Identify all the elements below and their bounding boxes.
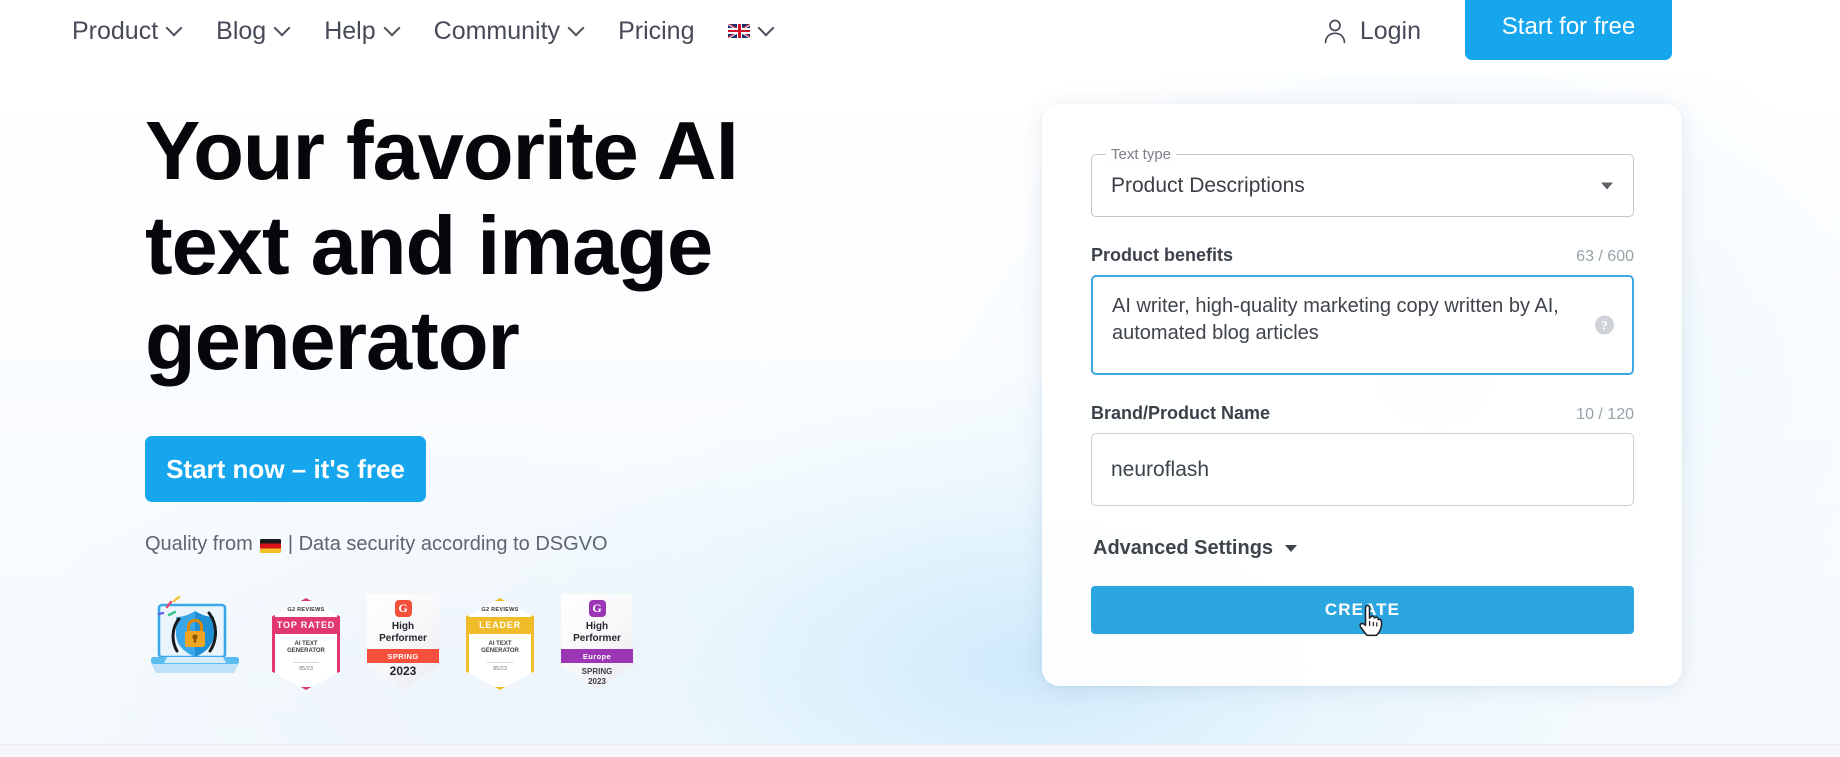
quality-statement: Quality from | Data security according t… [145,533,885,556]
brand-name-input[interactable]: neuroflash [1091,433,1634,506]
badge-title: High Performer [379,621,427,645]
start-for-free-button[interactable]: Start for free [1465,0,1672,60]
chevron-down-icon [569,22,584,37]
award-badges-row: G2 REVIEWS TOP RATED AI TEXT GENERATOR 8… [145,590,885,690]
badge-top-label: G2 REVIEWS [287,607,325,613]
chevron-down-icon [1601,182,1613,189]
uk-flag-icon [728,24,751,38]
security-laptop-badge [145,591,245,690]
g2-leader-badge: G2 REVIEWS LEADER AI TEXT GENERATOR 85/2… [466,598,534,690]
badge-year: 2023 [389,664,417,679]
chevron-down-icon [759,22,774,37]
chevron-down-icon [385,22,400,37]
badge-season-label: SPRING [581,667,613,677]
brand-name-counter: 10 / 120 [1576,406,1634,423]
badge-band-label: SPRING [367,649,439,664]
nav-item-community[interactable]: Community [417,0,601,62]
chevron-down-icon [167,22,182,37]
help-icon[interactable]: ? [1595,315,1614,335]
nav-item-pricing[interactable]: Pricing [601,0,711,62]
product-benefits-input[interactable]: AI writer, high-quality marketing copy w… [1091,275,1634,375]
generator-form: Text type Product Descriptions Product b… [1091,146,1634,634]
chevron-down-icon [275,22,290,37]
badge-band-label: LEADER [466,617,534,634]
badge-title-line-1: High [391,621,415,632]
quality-prefix-label: Quality from [145,533,253,555]
caret-down-icon [1285,545,1298,552]
nav-item-label: Blog [216,16,267,45]
badge-subtitle: AI TEXT GENERATOR [287,641,325,656]
nav-secondary-menu: Login Start for free [1301,0,1840,62]
text-generator-card: Text type Product Descriptions Product b… [1042,104,1682,686]
g2-logo-icon: G [588,600,606,617]
text-type-select[interactable]: Text type Product Descriptions [1091,146,1634,217]
quality-suffix-label: | Data security according to DSGVO [287,533,608,555]
badge-title-line-2: Performer [379,633,427,644]
product-benefits-value: AI writer, high-quality marketing copy w… [1112,295,1559,344]
brand-name-value: neuroflash [1111,457,1210,481]
badge-top-label: G2 REVIEWS [481,607,519,613]
g2-high-performer-spring-2023-badge: G High Performer SPRING 2023 [367,594,439,690]
badge-subtitle-line-2: GENERATOR [481,648,519,655]
nav-item-label: Help [324,16,376,45]
badge-subtitle-line-1: AI TEXT [294,640,318,647]
badge-band-label: TOP RATED [272,617,340,634]
text-type-legend: Text type [1106,146,1177,164]
badge-subtitle-line-2: GENERATOR [287,648,325,655]
g2-high-performer-europe-2023-badge: G High Performer Europe SPRING 2023 [561,594,633,690]
nav-item-label: Pricing [618,16,695,45]
nav-item-blog[interactable]: Blog [199,0,307,62]
advanced-settings-toggle[interactable]: Advanced Settings [1091,533,1299,564]
badge-season: SPRING 2023 [582,667,613,686]
nav-item-help[interactable]: Help [307,0,416,62]
page-title: Your favorite AI text and image generato… [145,103,765,388]
badge-band-label: Europe [561,649,633,664]
advanced-settings-label: Advanced Settings [1093,537,1274,559]
start-now-button[interactable]: Start now – it's free [145,436,426,502]
brand-name-label: Brand/Product Name [1091,403,1271,423]
nav-primary-menu: Product Blog Help Community Pricing [64,0,791,62]
germany-flag-icon [259,538,281,553]
badge-title-line-2: Performer [573,633,621,644]
bottom-strip [0,744,1840,757]
top-navigation-bar: Product Blog Help Community Pricing Logi… [0,0,1840,74]
badge-subtitle: AI TEXT GENERATOR [481,641,519,656]
badge-rating: 85/23 [487,661,513,672]
badge-subtitle-line-1: AI TEXT [488,640,512,647]
badge-year: 2023 [588,676,606,686]
badge-rating: 85/23 [293,661,319,672]
hero-title-line-2: text and image [145,199,713,292]
person-icon [1324,19,1346,44]
nav-item-label: Product [72,16,159,45]
laptop-shield-lock-icon [151,595,239,673]
badge-title: High Performer [573,621,621,645]
hero-title-line-1: Your favorite AI [145,104,739,197]
product-benefits-counter: 63 / 600 [1576,248,1634,265]
page-root: Product Blog Help Community Pricing Logi… [0,0,1840,757]
login-label: Login [1359,16,1421,45]
create-button[interactable]: CREATE [1091,586,1634,634]
g2-top-rated-badge: G2 REVIEWS TOP RATED AI TEXT GENERATOR 8… [272,598,340,690]
nav-item-product[interactable]: Product [64,0,199,62]
badge-title-line-1: High [585,621,609,632]
login-button[interactable]: Login [1301,0,1443,62]
brand-name-header: Brand/Product Name 10 / 120 [1091,403,1634,424]
g2-logo-icon: G [394,600,412,617]
hero-section: Your favorite AI text and image generato… [145,103,885,690]
product-benefits-header: Product benefits 63 / 600 [1091,245,1634,266]
product-benefits-label: Product benefits [1091,245,1234,265]
hero-title-line-3: generator [145,294,520,387]
nav-item-label: Community [433,16,561,45]
language-selector[interactable] [711,0,791,62]
text-type-value: Product Descriptions [1111,173,1305,197]
